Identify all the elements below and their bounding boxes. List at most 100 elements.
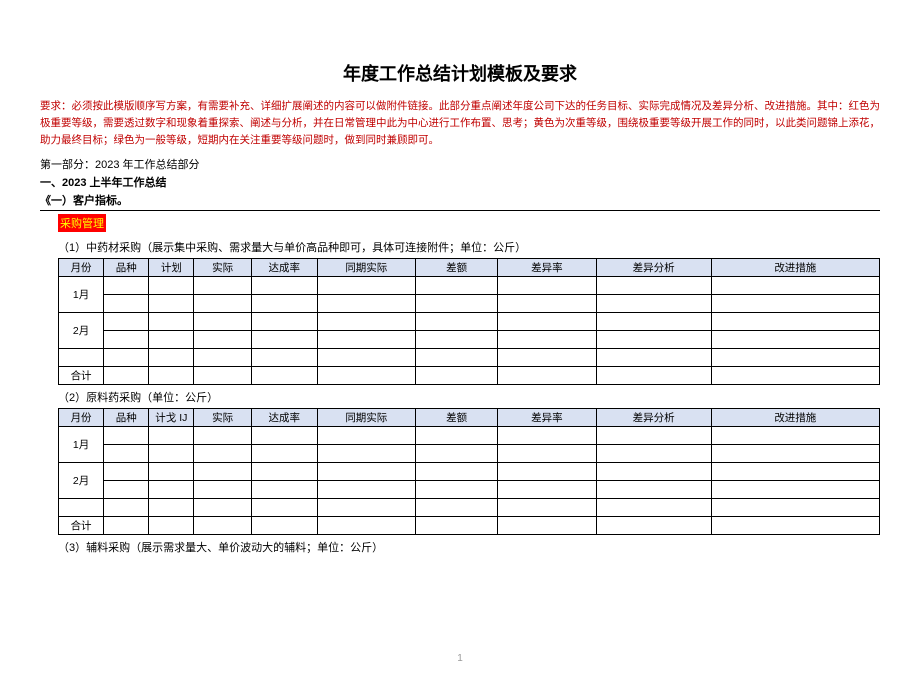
table-row: 2月: [59, 313, 880, 331]
cell: [104, 517, 149, 535]
table1-header-row: 月份 品种 计划 实际 达成率 同期实际 差额 差异率 差异分析 改进措施: [59, 259, 880, 277]
part1-heading: 第一部分：2023 年工作总结部分: [40, 156, 880, 172]
cell: [416, 277, 498, 295]
th-diffrate: 差异率: [498, 259, 597, 277]
cell: [596, 349, 711, 367]
cell: [251, 463, 317, 481]
table-row: [59, 295, 880, 313]
cell: [251, 517, 317, 535]
cell: [194, 463, 251, 481]
cell: [59, 499, 104, 517]
cell: [149, 517, 194, 535]
cell: [711, 295, 879, 313]
highlight-label: 采购管理: [58, 214, 106, 232]
cell: [194, 445, 251, 463]
cell: [498, 349, 597, 367]
cell: [416, 499, 498, 517]
cell: [596, 367, 711, 385]
th-actual: 实际: [194, 259, 251, 277]
table2-header-row: 月份 品种 计戈 IJ 实际 达成率 同期实际 差额 差异率 差异分析 改进措施: [59, 409, 880, 427]
cell: [498, 313, 597, 331]
cell: [416, 367, 498, 385]
cell: [251, 313, 317, 331]
cell: [711, 349, 879, 367]
th-actual: 实际: [194, 409, 251, 427]
cell: [149, 445, 194, 463]
cell: [317, 313, 416, 331]
cell: [251, 367, 317, 385]
cell: [251, 499, 317, 517]
th-month: 月份: [59, 409, 104, 427]
cell: [596, 517, 711, 535]
cell: [194, 517, 251, 535]
cell: [596, 295, 711, 313]
requirement-text: 要求：必须按此模版顺序写方案，有需要补充、详细扩展阐述的内容可以做附件链接。此部…: [40, 98, 880, 148]
cell: [317, 349, 416, 367]
cell: [317, 517, 416, 535]
cell: [251, 349, 317, 367]
cell: [194, 349, 251, 367]
cell: [596, 427, 711, 445]
cell-month: 2月: [59, 313, 104, 349]
th-pin: 品种: [104, 259, 149, 277]
th-action: 改进措施: [711, 409, 879, 427]
cell: [711, 481, 879, 499]
cell: [251, 295, 317, 313]
table-row: 合计: [59, 517, 880, 535]
cell: [416, 313, 498, 331]
cell: [59, 349, 104, 367]
cell: [194, 331, 251, 349]
cell: [317, 277, 416, 295]
cell: [498, 331, 597, 349]
cell: [416, 349, 498, 367]
th-rate: 达成率: [251, 409, 317, 427]
cell: [149, 349, 194, 367]
cell: [416, 517, 498, 535]
cell: [711, 499, 879, 517]
cell: [711, 331, 879, 349]
table1: 月份 品种 计划 实际 达成率 同期实际 差额 差异率 差异分析 改进措施 1月…: [58, 258, 880, 385]
cell: [416, 331, 498, 349]
cell: [194, 367, 251, 385]
cell: [104, 331, 149, 349]
th-rate: 达成率: [251, 259, 317, 277]
document-page: 年度工作总结计划模板及要求 要求：必须按此模版顺序写方案，有需要补充、详细扩展阐…: [0, 0, 920, 678]
th-plan2: 计戈 IJ: [149, 409, 194, 427]
cell: [498, 277, 597, 295]
cell: [596, 481, 711, 499]
cell: [194, 277, 251, 295]
cell: [251, 481, 317, 499]
cell: [149, 499, 194, 517]
cell: [711, 517, 879, 535]
cell: [104, 463, 149, 481]
cell: [711, 463, 879, 481]
cell: [149, 331, 194, 349]
cell: [596, 313, 711, 331]
th-pin: 品种: [104, 409, 149, 427]
cell: [711, 313, 879, 331]
cell: [317, 427, 416, 445]
cell: [711, 445, 879, 463]
cell: [194, 427, 251, 445]
cell: [498, 499, 597, 517]
cell: [104, 499, 149, 517]
cell: [317, 331, 416, 349]
table-row: [59, 499, 880, 517]
th-plan: 计划: [149, 259, 194, 277]
cell: [251, 277, 317, 295]
cell: [149, 313, 194, 331]
cell: [104, 349, 149, 367]
cell: [149, 295, 194, 313]
table-row: 1月: [59, 277, 880, 295]
page-number: 1: [457, 653, 463, 664]
table2-title: （2）原料药采购（单位：公斤）: [58, 389, 880, 405]
cell: [317, 463, 416, 481]
table-row: [59, 445, 880, 463]
cell: [498, 517, 597, 535]
cell: [194, 313, 251, 331]
cell: [317, 367, 416, 385]
th-action: 改进措施: [711, 259, 879, 277]
cell: [251, 331, 317, 349]
th-month: 月份: [59, 259, 104, 277]
cell: [416, 463, 498, 481]
